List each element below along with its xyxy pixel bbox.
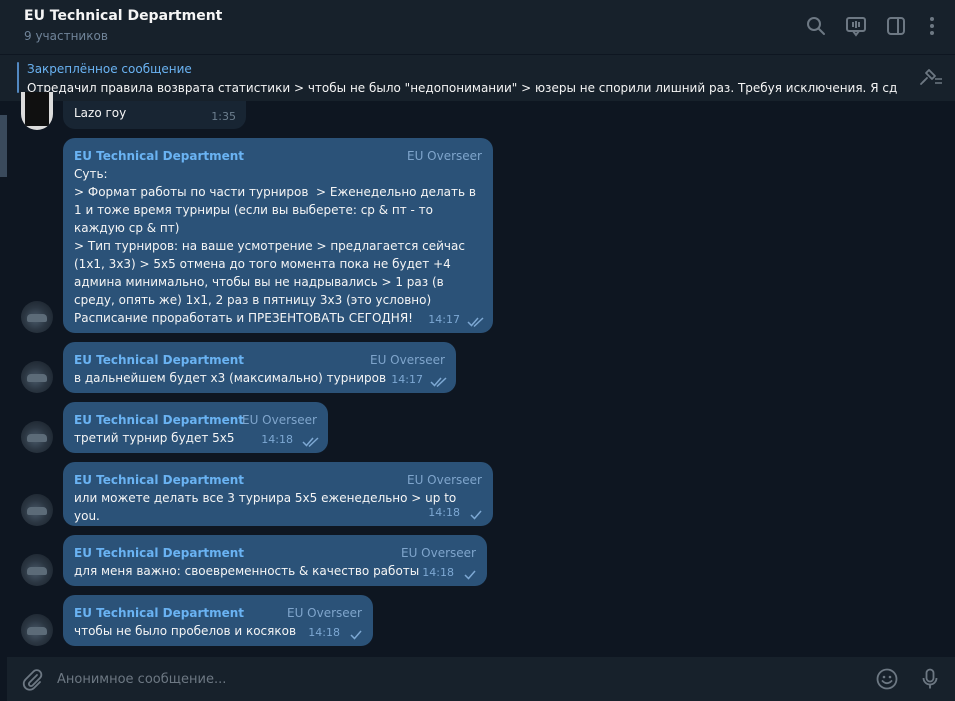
- sender-name[interactable]: EU Technical Department: [74, 604, 244, 622]
- message-text: в дальнейшем будет x3 (максимально) турн…: [74, 371, 387, 385]
- message-time: 14:17: [391, 373, 423, 386]
- sender-role-badge: EU Overseer: [401, 546, 476, 560]
- message-time: 14:18: [308, 626, 340, 639]
- sender-role-badge: EU Overseer: [242, 413, 317, 427]
- chat-header: EU Technical Department 9 участников: [0, 0, 955, 54]
- avatar[interactable]: [21, 614, 53, 646]
- sender-role-badge: EU Overseer: [407, 473, 482, 487]
- message-time: 1:35: [211, 110, 236, 123]
- avatar[interactable]: [21, 554, 53, 586]
- pinned-title: Закреплённое сообщение: [27, 62, 192, 76]
- message-bubble[interactable]: EU Technical Department EU Overseer в да…: [63, 342, 456, 393]
- emoji-icon[interactable]: [875, 667, 899, 691]
- avatar[interactable]: [21, 361, 53, 393]
- message-bubble[interactable]: EU Technical Department EU Overseer чтоб…: [63, 595, 373, 646]
- message-input[interactable]: [57, 669, 857, 689]
- pinned-indicator: [17, 62, 19, 93]
- message-bubble[interactable]: EU Technical Department EU Overseer или …: [63, 462, 493, 526]
- member-count[interactable]: 9 участников: [24, 29, 108, 43]
- avatar[interactable]: [21, 494, 53, 526]
- avatar[interactable]: [21, 421, 53, 453]
- more-icon[interactable]: [921, 15, 943, 37]
- message-composer: [7, 657, 955, 701]
- avatar[interactable]: [21, 92, 53, 130]
- check-icon: [464, 570, 476, 580]
- double-check-icon: [302, 437, 319, 448]
- attach-icon[interactable]: [20, 667, 44, 691]
- video-chat-icon[interactable]: [845, 15, 867, 37]
- chat-title[interactable]: EU Technical Department: [24, 8, 222, 24]
- sender-role-badge: EU Overseer: [370, 353, 445, 367]
- microphone-icon[interactable]: [918, 667, 942, 691]
- message-bubble[interactable]: Lazo гоу 1:35: [63, 101, 246, 129]
- sender-name[interactable]: EU Technical Department: [74, 351, 244, 369]
- message-bubble[interactable]: EU Technical Department EU Overseer для …: [63, 535, 487, 586]
- double-check-icon: [430, 377, 447, 388]
- scroll-indicator[interactable]: [0, 115, 7, 177]
- sidebar-toggle-icon[interactable]: [885, 15, 907, 37]
- avatar[interactable]: [21, 301, 53, 333]
- unpin-icon[interactable]: [917, 67, 943, 89]
- double-check-icon: [467, 317, 484, 328]
- message-bubble[interactable]: EU Technical Department EU Overseer Суть…: [63, 138, 493, 333]
- search-icon[interactable]: [805, 15, 827, 37]
- pinned-message[interactable]: Закреплённое сообщение Отредачил правила…: [0, 54, 955, 101]
- message-text: для меня важно: своевременность & качест…: [74, 564, 420, 578]
- sender-name[interactable]: EU Technical Department: [74, 147, 244, 165]
- pinned-text: Отредачил правила возврата статистики > …: [27, 81, 897, 95]
- message-text: Суть: > Формат работы по части турниров …: [74, 167, 476, 325]
- message-time: 14:18: [422, 566, 454, 579]
- sender-name[interactable]: EU Technical Department: [74, 544, 244, 562]
- sender-name[interactable]: EU Technical Department: [74, 471, 244, 489]
- sender-role-badge: EU Overseer: [287, 606, 362, 620]
- message-text: или можете делать все 3 турнира 5x5 ежен…: [74, 491, 461, 523]
- sender-name[interactable]: EU Technical Department: [74, 411, 244, 429]
- check-icon: [470, 510, 482, 520]
- message-time: 14:18: [261, 433, 293, 446]
- sender-role-badge: EU Overseer: [407, 149, 482, 163]
- check-icon: [350, 630, 362, 640]
- message-bubble[interactable]: EU Technical Department EU Overseer трет…: [63, 402, 328, 453]
- message-time: 14:18: [428, 506, 460, 519]
- message-time: 14:17: [428, 313, 460, 326]
